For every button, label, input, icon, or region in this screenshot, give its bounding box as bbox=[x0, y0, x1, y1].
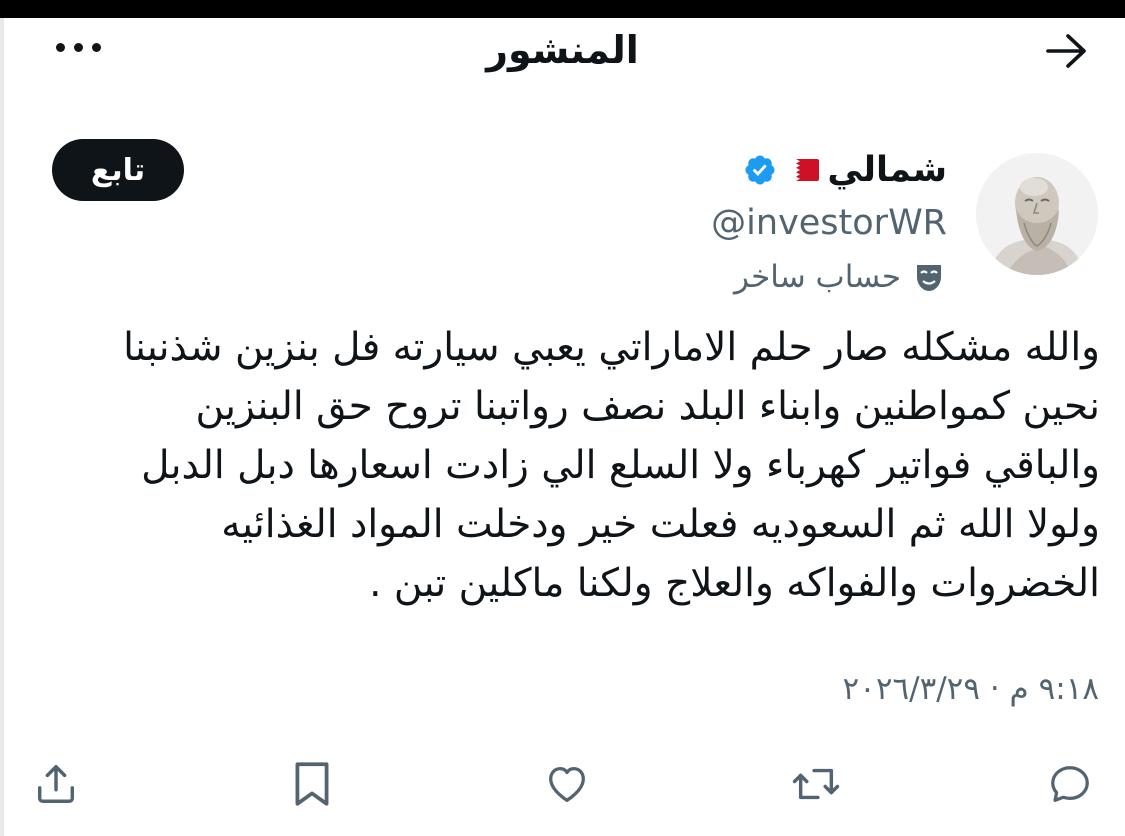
status-bar-strip bbox=[0, 0, 1125, 18]
parody-label-text: حساب ساخر bbox=[734, 259, 901, 295]
parody-account-label: حساب ساخر bbox=[734, 252, 947, 302]
screen-edge bbox=[0, 18, 4, 836]
tweet-timestamp[interactable]: ٩:١٨ م · ٢٠٢٦/٣/٢٩ bbox=[843, 664, 1099, 714]
follow-button[interactable]: تابع bbox=[52, 139, 184, 201]
tweet-line: الخضروات والفواكه والعلاج ولكنا ماكلين ت… bbox=[369, 561, 1100, 606]
bookmark-icon bbox=[290, 759, 334, 809]
tweet-line: نحين كمواطنين وابناء البلد نصف رواتبنا ت… bbox=[195, 384, 1100, 429]
display-name[interactable]: شمالي bbox=[827, 150, 947, 190]
page-title: المنشور bbox=[486, 28, 639, 72]
author-handle[interactable]: @investorWR bbox=[711, 198, 947, 248]
reply-button[interactable] bbox=[1042, 756, 1098, 812]
bookmark-button[interactable] bbox=[284, 756, 340, 812]
retweet-icon bbox=[791, 761, 841, 807]
tweet-line: والله مشكله صار حلم الاماراتي يعبي سيارت… bbox=[123, 325, 1100, 370]
tweet-text: والله مشكله صار حلم الاماراتي يعبي سيارت… bbox=[38, 318, 1100, 613]
share-icon bbox=[33, 761, 79, 807]
like-button[interactable] bbox=[539, 756, 595, 812]
verified-badge-icon bbox=[743, 153, 777, 187]
theater-mask-icon bbox=[911, 259, 947, 295]
bahrain-flag-icon bbox=[785, 159, 820, 181]
author-name-row[interactable]: شمالي bbox=[743, 144, 947, 196]
tweet-line: والباقي فواتير كهرباء ولا السلع الي زادت… bbox=[141, 443, 1100, 488]
arrow-right-icon[interactable] bbox=[1042, 30, 1092, 72]
like-icon bbox=[543, 761, 591, 807]
share-button[interactable] bbox=[28, 756, 84, 812]
avatar[interactable] bbox=[976, 153, 1098, 275]
tweet-line: ولولا الله ثم السعوديه فعلت خير ودخلت ال… bbox=[221, 502, 1100, 547]
retweet-button[interactable] bbox=[788, 756, 844, 812]
reply-icon bbox=[1047, 761, 1093, 807]
